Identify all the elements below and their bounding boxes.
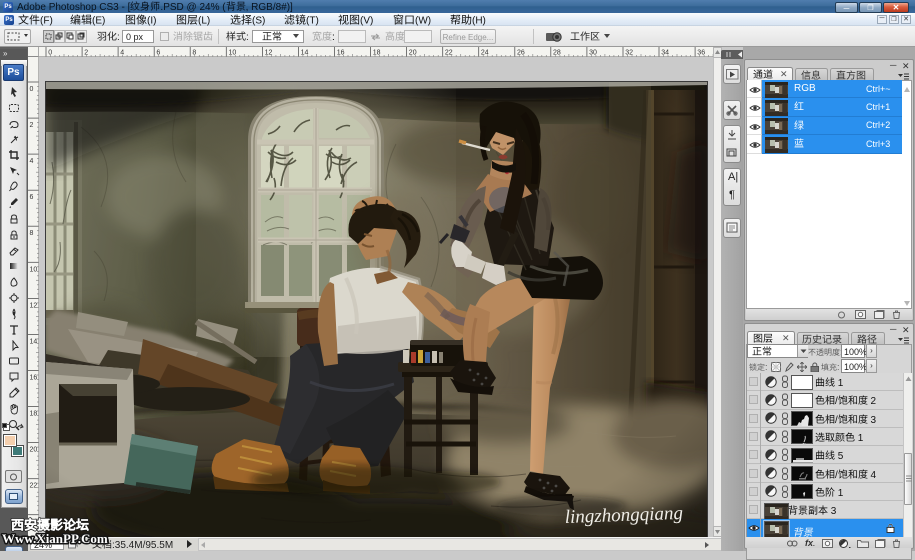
svg-text:10: 10 — [229, 50, 237, 57]
svg-text:2: 2 — [84, 50, 88, 57]
svg-text:14: 14 — [301, 50, 309, 57]
svg-text:Www.XianPP.Com: Www.XianPP.Com — [2, 531, 108, 546]
svg-text:8: 8 — [30, 230, 34, 237]
svg-text:18: 18 — [373, 50, 381, 57]
svg-text:4: 4 — [120, 50, 124, 57]
svg-text:20: 20 — [30, 447, 38, 454]
svg-text:14: 14 — [30, 338, 38, 345]
svg-text:28: 28 — [553, 50, 561, 57]
svg-text:20: 20 — [409, 50, 417, 57]
svg-text:12: 12 — [265, 50, 273, 57]
svg-text:22: 22 — [445, 50, 453, 57]
svg-text:12: 12 — [30, 302, 38, 309]
svg-text:6: 6 — [30, 194, 34, 201]
svg-text:32: 32 — [625, 50, 633, 57]
svg-text:4: 4 — [30, 158, 34, 165]
svg-text:2: 2 — [30, 122, 34, 129]
svg-text:0: 0 — [48, 50, 52, 57]
svg-text:16: 16 — [30, 375, 38, 382]
svg-text:24: 24 — [481, 50, 489, 57]
svg-text:10: 10 — [30, 266, 38, 273]
svg-text:30: 30 — [589, 50, 597, 57]
svg-text:16: 16 — [337, 50, 345, 57]
svg-text:6: 6 — [156, 50, 160, 57]
svg-text:26: 26 — [517, 50, 525, 57]
svg-text:0: 0 — [30, 86, 34, 93]
svg-text:18: 18 — [30, 411, 38, 418]
svg-text:lingzhongqiang: lingzhongqiang — [564, 503, 683, 528]
svg-text:36: 36 — [697, 50, 705, 57]
svg-text:8: 8 — [192, 50, 196, 57]
svg-text:34: 34 — [661, 50, 669, 57]
svg-text:22: 22 — [30, 483, 38, 490]
